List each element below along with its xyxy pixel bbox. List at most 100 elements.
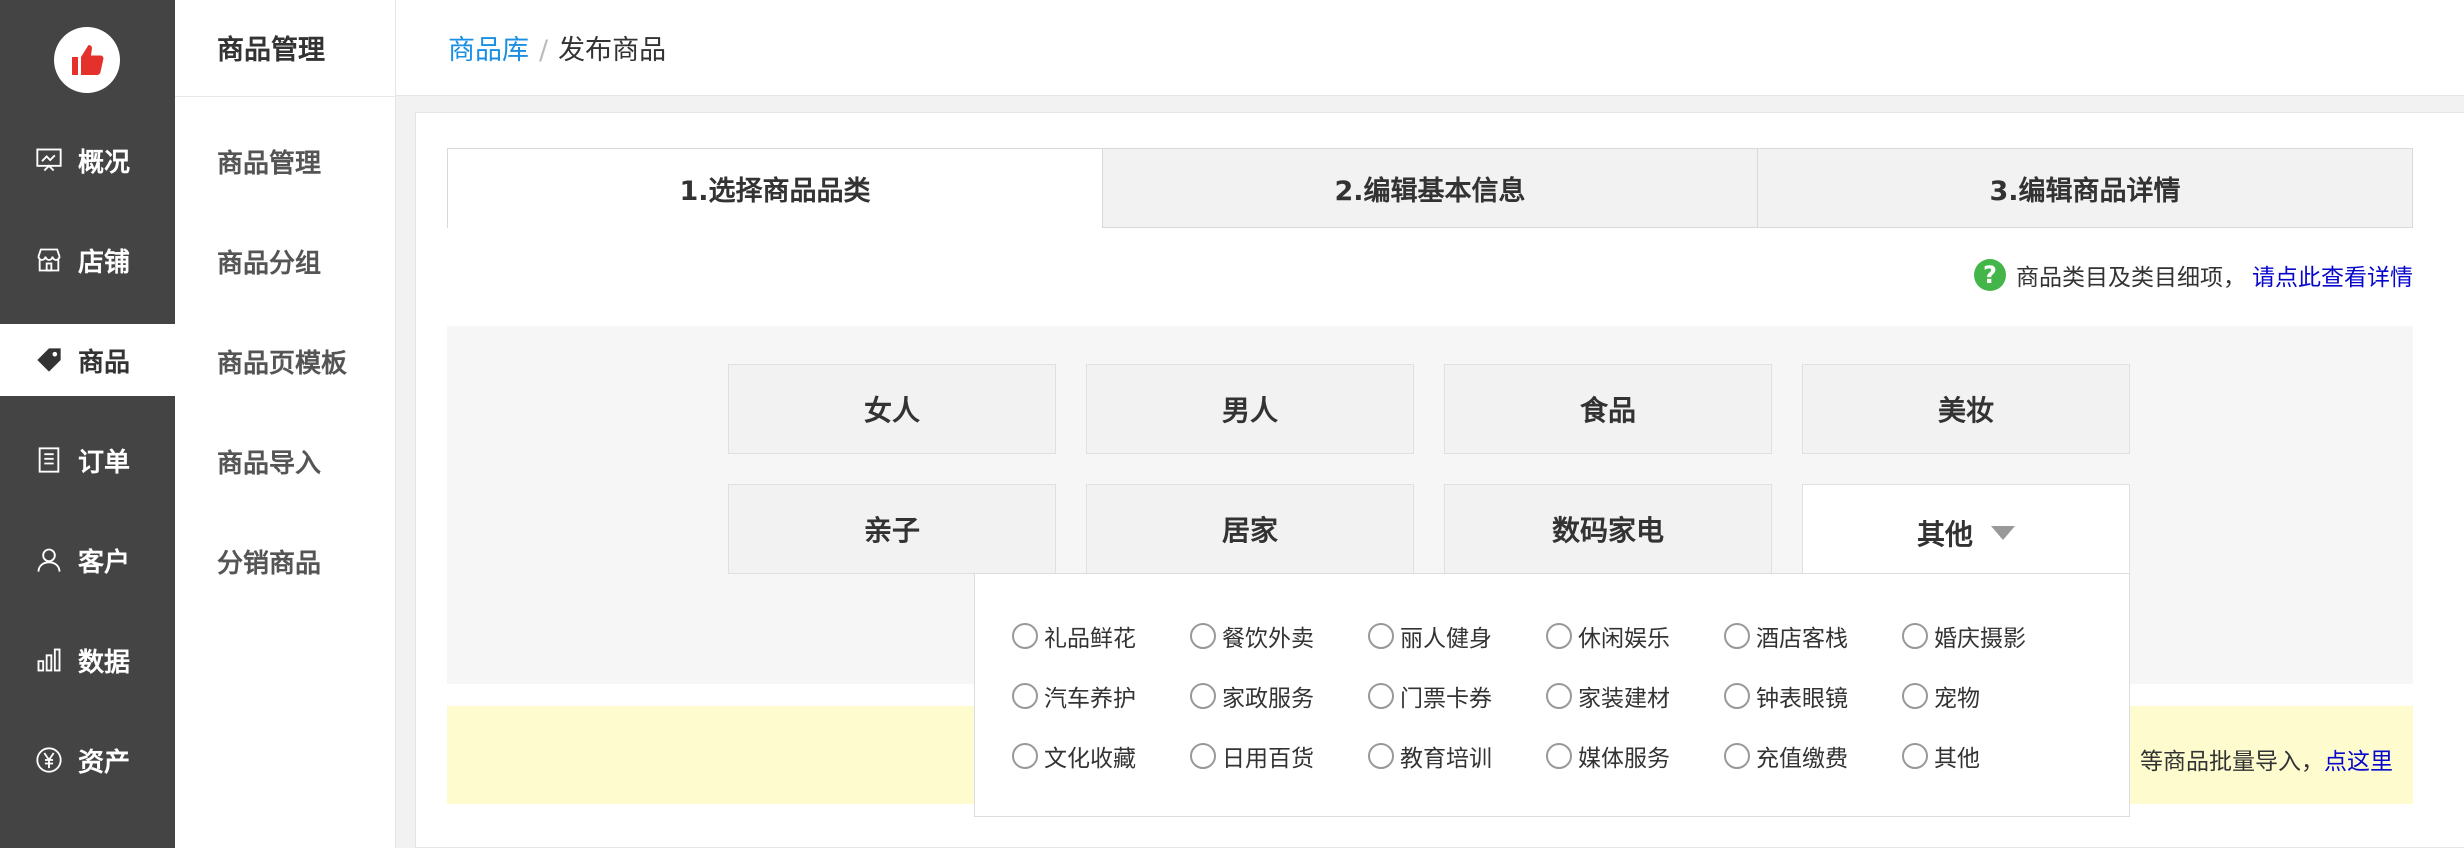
option-housekeeping[interactable]: 家政服务 [1190, 679, 1314, 713]
radio-button[interactable] [1012, 623, 1038, 649]
subnav-item-distribution[interactable]: 分销商品 [217, 543, 321, 580]
subnav-item-goods-manage[interactable]: 商品管理 [217, 143, 321, 180]
main-sidebar: 概况 店铺 商品 订单 客户 数据 资产 [0, 0, 175, 848]
radio-button[interactable] [1902, 623, 1928, 649]
breadcrumb-current: 发布商品 [558, 35, 667, 66]
step-select-category[interactable]: 1.选择商品品类 [447, 148, 1103, 228]
step-edit-details[interactable]: 3.编辑商品详情 [1758, 148, 2413, 228]
breadcrumb: 商品库 / 发布商品 [448, 28, 666, 67]
option-gift-flowers[interactable]: 礼品鲜花 [1012, 619, 1136, 653]
question-icon: ? [1974, 259, 2006, 291]
category-help: ? 商品类目及类目细项， 请点此查看详情 [1974, 258, 2413, 292]
radio-button[interactable] [1546, 623, 1572, 649]
breadcrumb-goods-library[interactable]: 商品库 [448, 35, 529, 66]
radio-button[interactable] [1546, 683, 1572, 709]
option-watches-glasses[interactable]: 钟表眼镜 [1724, 679, 1848, 713]
radio-button[interactable] [1190, 683, 1216, 709]
radio-button[interactable] [1902, 743, 1928, 769]
option-beauty-fitness[interactable]: 丽人健身 [1368, 619, 1492, 653]
subnav-item-page-template[interactable]: 商品页模板 [217, 343, 347, 380]
option-label: 教育培训 [1400, 746, 1492, 772]
option-label: 门票卡券 [1400, 686, 1492, 712]
user-icon [34, 545, 64, 575]
category-other-dropdown[interactable]: 其他 [1802, 484, 2130, 580]
category-digital[interactable]: 数码家电 [1444, 484, 1772, 574]
step-edit-basic-info[interactable]: 2.编辑基本信息 [1103, 148, 1758, 228]
sidebar-item-overview[interactable]: 概况 [0, 124, 175, 196]
option-label: 充值缴费 [1756, 746, 1848, 772]
category-kids[interactable]: 亲子 [728, 484, 1056, 574]
radio-button[interactable] [1368, 683, 1394, 709]
sidebar-item-customers[interactable]: 客户 [0, 524, 175, 596]
radio-button[interactable] [1368, 743, 1394, 769]
logo[interactable] [54, 27, 120, 93]
yen-icon [34, 745, 64, 775]
help-text: 商品类目及类目细项， [2016, 265, 2246, 291]
notice-link[interactable]: 点这里 [2324, 749, 2393, 775]
option-label: 宠物 [1934, 686, 1980, 712]
option-label: 其他 [1934, 746, 1980, 772]
option-top-up[interactable]: 充值缴费 [1724, 739, 1848, 773]
subnav-title: 商品管理 [217, 35, 325, 66]
category-men[interactable]: 男人 [1086, 364, 1414, 454]
radio-button[interactable] [1724, 683, 1750, 709]
sidebar-item-goods[interactable]: 商品 [0, 324, 175, 396]
option-label: 媒体服务 [1578, 746, 1670, 772]
sidebar-item-label: 概况 [78, 147, 131, 178]
radio-button[interactable] [1012, 743, 1038, 769]
sidebar-item-label: 客户 [78, 547, 131, 578]
sidebar-item-assets[interactable]: 资产 [0, 724, 175, 796]
category-home[interactable]: 居家 [1086, 484, 1414, 574]
overview-icon [34, 145, 64, 175]
option-label: 婚庆摄影 [1934, 626, 2026, 652]
sidebar-item-label: 数据 [78, 647, 131, 678]
radio-button[interactable] [1190, 623, 1216, 649]
option-tickets[interactable]: 门票卡券 [1368, 679, 1492, 713]
category-women[interactable]: 女人 [728, 364, 1056, 454]
option-leisure[interactable]: 休闲娱乐 [1546, 619, 1670, 653]
option-label: 文化收藏 [1044, 746, 1136, 772]
option-collectibles[interactable]: 文化收藏 [1012, 739, 1136, 773]
tag-icon [34, 345, 64, 375]
breadcrumb-separator: / [539, 35, 549, 66]
category-food[interactable]: 食品 [1444, 364, 1772, 454]
step-tabs: 1.选择商品品类 2.编辑基本信息 3.编辑商品详情 [447, 148, 2413, 228]
store-icon [34, 245, 64, 275]
sidebar-item-label: 资产 [78, 747, 131, 778]
sidebar-item-store[interactable]: 店铺 [0, 224, 175, 296]
option-daily-goods[interactable]: 日用百货 [1190, 739, 1314, 773]
option-label: 酒店客栈 [1756, 626, 1848, 652]
option-car-care[interactable]: 汽车养护 [1012, 679, 1136, 713]
option-wedding-photo[interactable]: 婚庆摄影 [1902, 619, 2026, 653]
radio-button[interactable] [1012, 683, 1038, 709]
option-catering[interactable]: 餐饮外卖 [1190, 619, 1314, 653]
sidebar-item-label: 店铺 [78, 247, 131, 278]
option-label: 日用百货 [1222, 746, 1314, 772]
caret-down-icon [1991, 525, 2015, 540]
help-details-link[interactable]: 请点此查看详情 [2252, 258, 2413, 292]
radio-button[interactable] [1190, 743, 1216, 769]
option-label: 汽车养护 [1044, 686, 1136, 712]
radio-button[interactable] [1902, 683, 1928, 709]
sub-sidebar: 商品管理 商品管理 商品分组 商品页模板 商品导入 分销商品 [175, 0, 396, 848]
option-label: 丽人健身 [1400, 626, 1492, 652]
other-category-dropdown: 礼品鲜花 餐饮外卖 丽人健身 休闲娱乐 酒店客栈 婚庆摄影 汽车养护 家政服务 … [974, 573, 2130, 817]
radio-button[interactable] [1546, 743, 1572, 769]
radio-button[interactable] [1724, 623, 1750, 649]
chart-icon [34, 645, 64, 675]
option-building-materials[interactable]: 家装建材 [1546, 679, 1670, 713]
sidebar-item-data[interactable]: 数据 [0, 624, 175, 696]
subnav-item-goods-group[interactable]: 商品分组 [217, 243, 321, 280]
radio-button[interactable] [1724, 743, 1750, 769]
option-hotel[interactable]: 酒店客栈 [1724, 619, 1848, 653]
option-education[interactable]: 教育培训 [1368, 739, 1492, 773]
option-media-services[interactable]: 媒体服务 [1546, 739, 1670, 773]
radio-button[interactable] [1368, 623, 1394, 649]
option-pets[interactable]: 宠物 [1902, 679, 1980, 713]
option-other[interactable]: 其他 [1902, 739, 1980, 773]
sidebar-item-orders[interactable]: 订单 [0, 424, 175, 496]
option-label: 礼品鲜花 [1044, 626, 1136, 652]
notice-text: 等商品批量导入， [2140, 749, 2324, 775]
subnav-item-goods-import[interactable]: 商品导入 [217, 443, 321, 480]
category-beauty[interactable]: 美妆 [1802, 364, 2130, 454]
